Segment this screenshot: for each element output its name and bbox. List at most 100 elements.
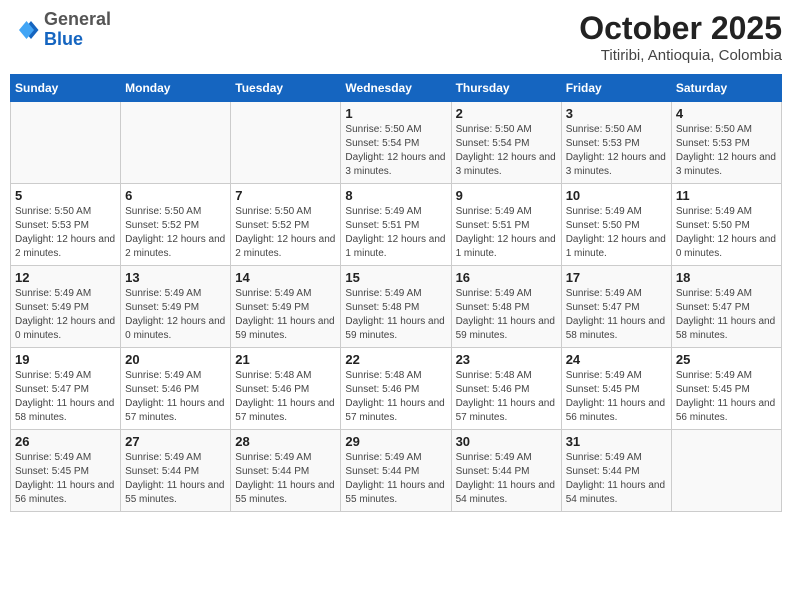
cell-sun-info: Sunrise: 5:49 AM Sunset: 5:44 PM Dayligh… xyxy=(456,451,557,507)
calendar-cell xyxy=(671,430,781,512)
day-number: 29 xyxy=(345,434,446,449)
cell-sun-info: Sunrise: 5:50 AM Sunset: 5:54 PM Dayligh… xyxy=(345,123,446,179)
day-number: 13 xyxy=(125,270,226,285)
calendar-cell: 12 Sunrise: 5:49 AM Sunset: 5:49 PM Dayli… xyxy=(11,266,121,348)
header-sunday: Sunday xyxy=(11,75,121,102)
calendar-cell: 15 Sunrise: 5:49 AM Sunset: 5:48 PM Dayli… xyxy=(341,266,451,348)
calendar-cell: 30 Sunrise: 5:49 AM Sunset: 5:44 PM Dayli… xyxy=(451,430,561,512)
cell-sun-info: Sunrise: 5:50 AM Sunset: 5:53 PM Dayligh… xyxy=(676,123,777,179)
header-friday: Friday xyxy=(561,75,671,102)
day-number: 4 xyxy=(676,106,777,121)
calendar-cell: 9 Sunrise: 5:49 AM Sunset: 5:51 PM Daylig… xyxy=(451,184,561,266)
calendar-cell: 27Sunrise: 5:49 AM Sunset: 5:44 PM Dayli… xyxy=(121,430,231,512)
day-number: 31 xyxy=(566,434,667,449)
calendar-week-2: 5 Sunrise: 5:50 AM Sunset: 5:53 PM Daylig… xyxy=(11,184,782,266)
cell-sun-info: Sunrise: 5:49 AM Sunset: 5:46 PM Dayligh… xyxy=(125,369,226,425)
calendar-cell: 20 Sunrise: 5:49 AM Sunset: 5:46 PM Dayli… xyxy=(121,348,231,430)
day-number: 1 xyxy=(345,106,446,121)
calendar-cell: 28Sunrise: 5:49 AM Sunset: 5:44 PM Dayli… xyxy=(231,430,341,512)
calendar-cell: 26 Sunrise: 5:49 AM Sunset: 5:45 PM Dayli… xyxy=(11,430,121,512)
calendar-cell: 4 Sunrise: 5:50 AM Sunset: 5:53 PM Daylig… xyxy=(671,102,781,184)
day-number: 30 xyxy=(456,434,557,449)
cell-sun-info: Sunrise: 5:49 AM Sunset: 5:49 PM Dayligh… xyxy=(125,287,226,343)
page-header: General Blue October 2025 Titiribi, Anti… xyxy=(10,10,782,64)
title-block: October 2025 Titiribi, Antioquia, Colomb… xyxy=(579,10,782,64)
calendar-cell: 22Sunrise: 5:48 AM Sunset: 5:46 PM Dayli… xyxy=(341,348,451,430)
location-subtitle: Titiribi, Antioquia, Colombia xyxy=(579,47,782,64)
cell-sun-info: Sunrise: 5:50 AM Sunset: 5:52 PM Dayligh… xyxy=(235,205,336,261)
calendar-week-4: 19 Sunrise: 5:49 AM Sunset: 5:47 PM Dayli… xyxy=(11,348,782,430)
day-number: 12 xyxy=(15,270,116,285)
calendar-cell: 29 Sunrise: 5:49 AM Sunset: 5:44 PM Dayli… xyxy=(341,430,451,512)
cell-sun-info: Sunrise: 5:49 AM Sunset: 5:47 PM Dayligh… xyxy=(676,287,777,343)
calendar-cell: 10 Sunrise: 5:49 AM Sunset: 5:50 PM Dayli… xyxy=(561,184,671,266)
cell-sun-info: Sunrise: 5:50 AM Sunset: 5:53 PM Dayligh… xyxy=(15,205,116,261)
logo-blue-text: Blue xyxy=(44,30,111,50)
day-number: 21 xyxy=(235,352,336,367)
logo: General Blue xyxy=(10,10,111,50)
calendar-week-1: 1 Sunrise: 5:50 AM Sunset: 5:54 PM Daylig… xyxy=(11,102,782,184)
cell-sun-info: Sunrise: 5:48 AM Sunset: 5:46 PM Dayligh… xyxy=(456,369,557,425)
calendar-cell: 16 Sunrise: 5:49 AM Sunset: 5:48 PM Dayli… xyxy=(451,266,561,348)
calendar-cell: 21 Sunrise: 5:48 AM Sunset: 5:46 PM Dayli… xyxy=(231,348,341,430)
day-number: 7 xyxy=(235,188,336,203)
calendar-cell: 31 Sunrise: 5:49 AM Sunset: 5:44 PM Dayli… xyxy=(561,430,671,512)
calendar-cell: 24Sunrise: 5:49 AM Sunset: 5:45 PM Dayli… xyxy=(561,348,671,430)
day-number: 25 xyxy=(676,352,777,367)
cell-sun-info: Sunrise: 5:49 AM Sunset: 5:50 PM Dayligh… xyxy=(566,205,667,261)
header-thursday: Thursday xyxy=(451,75,561,102)
calendar-cell: 19 Sunrise: 5:49 AM Sunset: 5:47 PM Dayli… xyxy=(11,348,121,430)
calendar-cell: 5 Sunrise: 5:50 AM Sunset: 5:53 PM Daylig… xyxy=(11,184,121,266)
cell-sun-info: Sunrise: 5:49 AM Sunset: 5:44 PM Dayligh… xyxy=(125,451,226,507)
calendar-cell: 2 Sunrise: 5:50 AM Sunset: 5:54 PM Daylig… xyxy=(451,102,561,184)
cell-sun-info: Sunrise: 5:49 AM Sunset: 5:45 PM Dayligh… xyxy=(15,451,116,507)
calendar-cell: 17 Sunrise: 5:49 AM Sunset: 5:47 PM Dayli… xyxy=(561,266,671,348)
cell-sun-info: Sunrise: 5:49 AM Sunset: 5:49 PM Dayligh… xyxy=(235,287,336,343)
header-saturday: Saturday xyxy=(671,75,781,102)
calendar-cell: 18 Sunrise: 5:49 AM Sunset: 5:47 PM Dayli… xyxy=(671,266,781,348)
cell-sun-info: Sunrise: 5:49 AM Sunset: 5:47 PM Dayligh… xyxy=(15,369,116,425)
day-number: 16 xyxy=(456,270,557,285)
day-number: 8 xyxy=(345,188,446,203)
cell-sun-info: Sunrise: 5:49 AM Sunset: 5:44 PM Dayligh… xyxy=(345,451,446,507)
cell-sun-info: Sunrise: 5:49 AM Sunset: 5:51 PM Dayligh… xyxy=(456,205,557,261)
cell-sun-info: Sunrise: 5:49 AM Sunset: 5:47 PM Dayligh… xyxy=(566,287,667,343)
calendar-cell: 13 Sunrise: 5:49 AM Sunset: 5:49 PM Dayli… xyxy=(121,266,231,348)
cell-sun-info: Sunrise: 5:50 AM Sunset: 5:54 PM Dayligh… xyxy=(456,123,557,179)
header-wednesday: Wednesday xyxy=(341,75,451,102)
day-number: 28 xyxy=(235,434,336,449)
day-number: 15 xyxy=(345,270,446,285)
day-number: 17 xyxy=(566,270,667,285)
cell-sun-info: Sunrise: 5:49 AM Sunset: 5:45 PM Dayligh… xyxy=(566,369,667,425)
calendar-cell: 25 Sunrise: 5:49 AM Sunset: 5:45 PM Dayli… xyxy=(671,348,781,430)
day-number: 20 xyxy=(125,352,226,367)
calendar-cell: 6Sunrise: 5:50 AM Sunset: 5:52 PM Daylig… xyxy=(121,184,231,266)
cell-sun-info: Sunrise: 5:48 AM Sunset: 5:46 PM Dayligh… xyxy=(345,369,446,425)
cell-sun-info: Sunrise: 5:48 AM Sunset: 5:46 PM Dayligh… xyxy=(235,369,336,425)
day-number: 11 xyxy=(676,188,777,203)
cell-sun-info: Sunrise: 5:49 AM Sunset: 5:50 PM Dayligh… xyxy=(676,205,777,261)
calendar-week-3: 12 Sunrise: 5:49 AM Sunset: 5:49 PM Dayli… xyxy=(11,266,782,348)
cell-sun-info: Sunrise: 5:49 AM Sunset: 5:48 PM Dayligh… xyxy=(456,287,557,343)
month-year-title: October 2025 xyxy=(579,10,782,47)
header-monday: Monday xyxy=(121,75,231,102)
day-number: 19 xyxy=(15,352,116,367)
day-number: 26 xyxy=(15,434,116,449)
day-number: 14 xyxy=(235,270,336,285)
day-number: 5 xyxy=(15,188,116,203)
cell-sun-info: Sunrise: 5:50 AM Sunset: 5:53 PM Dayligh… xyxy=(566,123,667,179)
day-number: 18 xyxy=(676,270,777,285)
calendar-cell: 23Sunrise: 5:48 AM Sunset: 5:46 PM Dayli… xyxy=(451,348,561,430)
cell-sun-info: Sunrise: 5:49 AM Sunset: 5:45 PM Dayligh… xyxy=(676,369,777,425)
day-number: 2 xyxy=(456,106,557,121)
day-number: 9 xyxy=(456,188,557,203)
cell-sun-info: Sunrise: 5:50 AM Sunset: 5:52 PM Dayligh… xyxy=(125,205,226,261)
cell-sun-info: Sunrise: 5:49 AM Sunset: 5:48 PM Dayligh… xyxy=(345,287,446,343)
calendar-cell: 1 Sunrise: 5:50 AM Sunset: 5:54 PM Daylig… xyxy=(341,102,451,184)
logo-icon xyxy=(10,15,40,45)
calendar-cell: 8Sunrise: 5:49 AM Sunset: 5:51 PM Daylig… xyxy=(341,184,451,266)
day-number: 10 xyxy=(566,188,667,203)
calendar-cell: 7 Sunrise: 5:50 AM Sunset: 5:52 PM Daylig… xyxy=(231,184,341,266)
cell-sun-info: Sunrise: 5:49 AM Sunset: 5:44 PM Dayligh… xyxy=(566,451,667,507)
cell-sun-info: Sunrise: 5:49 AM Sunset: 5:49 PM Dayligh… xyxy=(15,287,116,343)
